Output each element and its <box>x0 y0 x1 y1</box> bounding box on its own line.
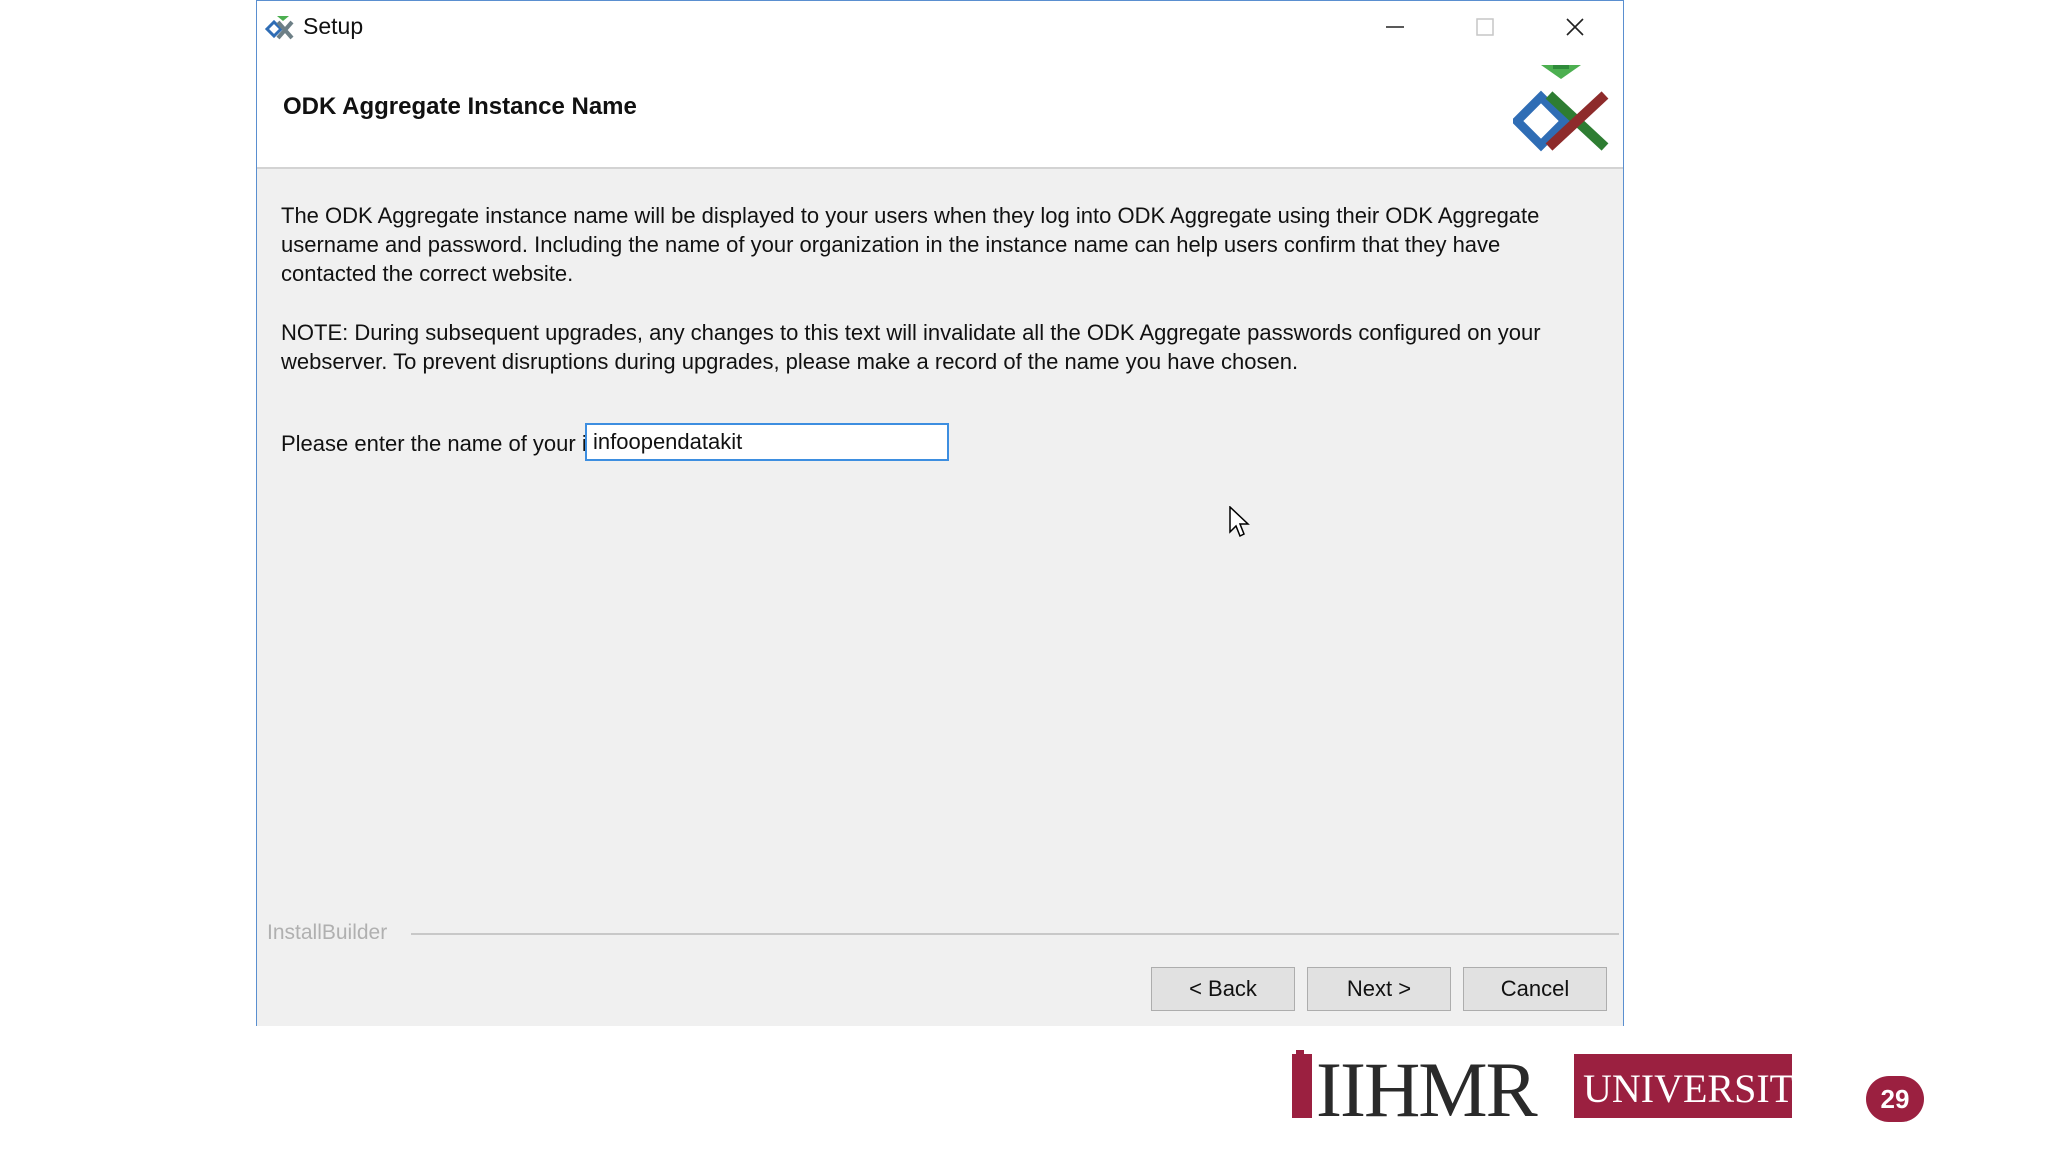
description-paragraph: The ODK Aggregate instance name will be … <box>281 203 1540 286</box>
minimize-icon <box>1386 26 1404 28</box>
window-title: Setup <box>303 13 364 39</box>
instance-name-row: Please enter the name of your instance: <box>281 423 949 465</box>
svg-text:UNIVERSITY: UNIVERSITY <box>1583 1066 1792 1111</box>
odk-app-icon <box>265 16 294 40</box>
slide-number-badge: 29 <box>1866 1076 1924 1122</box>
iihmr-university-logo: IIHMR UNIVERSITY <box>1292 1050 1792 1122</box>
minimize-button[interactable] <box>1351 1 1439 53</box>
mouse-pointer-icon <box>1229 506 1250 538</box>
installbuilder-brand: InstallBuilder <box>267 921 388 944</box>
wizard-content: The ODK Aggregate instance name will be … <box>281 201 1601 374</box>
title-bar[interactable]: Setup <box>257 1 1623 53</box>
back-button[interactable]: < Back <box>1151 967 1295 1011</box>
footer-divider <box>411 933 1619 935</box>
wizard-header: ODK Aggregate Instance Name <box>257 53 1623 169</box>
svg-text:IIHMR: IIHMR <box>1316 1050 1538 1122</box>
cancel-button[interactable]: Cancel <box>1463 967 1607 1011</box>
note-paragraph: NOTE: During subsequent upgrades, any ch… <box>281 320 1541 374</box>
page-title: ODK Aggregate Instance Name <box>283 93 637 120</box>
instance-name-input[interactable] <box>585 423 949 461</box>
setup-window: Setup ODK Aggregate Instance Name The OD… <box>256 0 1624 1026</box>
next-button[interactable]: Next > <box>1307 967 1451 1011</box>
maximize-button[interactable] <box>1441 1 1529 53</box>
maximize-icon <box>1476 18 1494 36</box>
close-icon <box>1566 18 1584 36</box>
close-button[interactable] <box>1531 1 1619 53</box>
odk-logo <box>1513 65 1609 152</box>
